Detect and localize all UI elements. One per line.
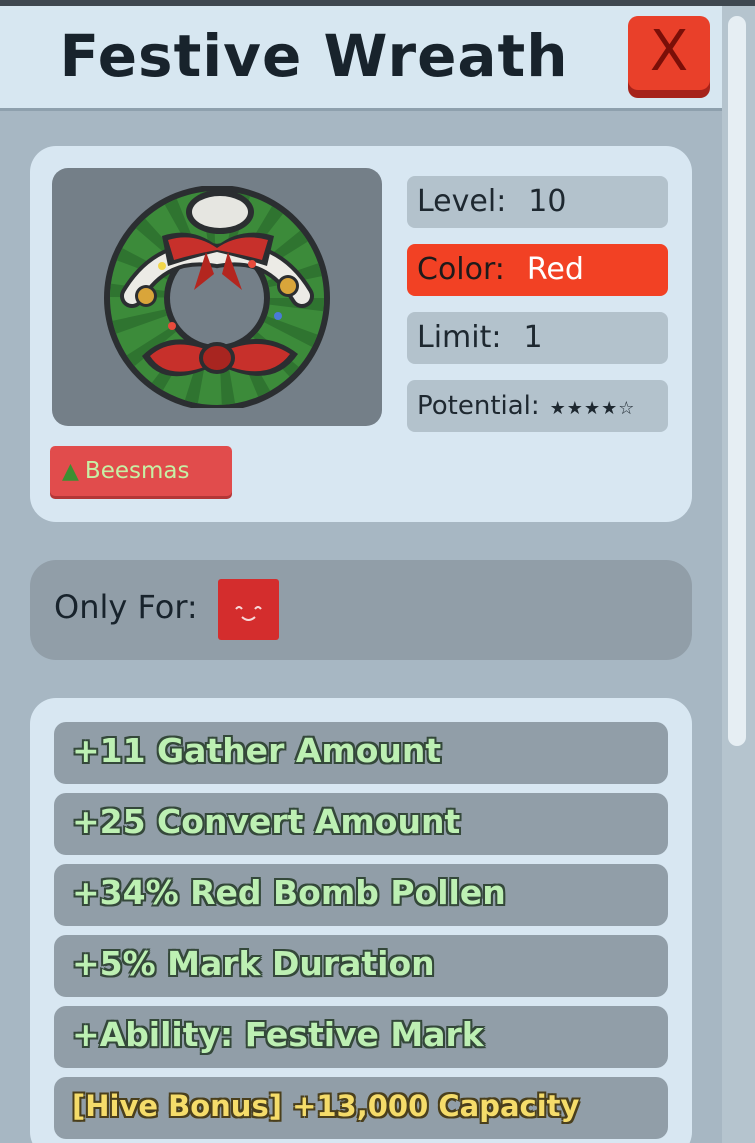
bonus-row: +34% Red Bomb Pollen — [54, 864, 668, 926]
only-for-section: Only For: — [30, 560, 692, 660]
hive-bonus-row: [Hive Bonus] +13,000 Capacity — [54, 1077, 668, 1139]
scroll-thumb[interactable] — [728, 16, 746, 746]
item-icon-box — [52, 168, 382, 426]
item-info-card: Level: 10 Color: Red Limit: 1 Potential: ★★★… — [30, 146, 692, 522]
potential-stat: Potential: ★★★★☆ — [407, 380, 668, 432]
color-stat: Color: Red — [407, 244, 668, 296]
bonus-row: +5% Mark Duration — [54, 935, 668, 997]
tag-label: Beesmas — [84, 458, 190, 484]
color-value: Red — [526, 252, 584, 287]
festive-wreath-icon — [104, 186, 330, 408]
level-stat: Level: 10 — [407, 176, 668, 228]
limit-stat: Limit: 1 — [407, 312, 668, 364]
bonus-row: +Ability: Festive Mark — [54, 1006, 668, 1068]
beesmas-tag[interactable]: ▲ Beesmas — [50, 446, 232, 496]
christmas-tree-icon: ▲ — [62, 459, 79, 484]
close-button[interactable]: X — [628, 16, 710, 90]
red-bee-icon — [218, 579, 279, 640]
limit-value: 1 — [523, 320, 543, 355]
bonus-row: +11 Gather Amount — [54, 722, 668, 784]
color-label: Color: — [417, 252, 505, 287]
bonus-list-card: +11 Gather Amount +25 Convert Amount +34… — [30, 698, 692, 1143]
item-info-panel: Festive Wreath X Level: 10 Color: Red Li… — [0, 6, 722, 1143]
level-label: Level: — [417, 184, 507, 219]
item-title: Festive Wreath — [59, 22, 569, 90]
scrollbar[interactable] — [722, 6, 755, 1143]
limit-label: Limit: — [417, 320, 502, 355]
potential-stars: ★★★★☆ — [549, 398, 636, 419]
bonus-row: +25 Convert Amount — [54, 793, 668, 855]
potential-label: Potential: — [417, 391, 540, 421]
panel-header: Festive Wreath X — [0, 6, 722, 111]
only-for-label: Only For: — [54, 588, 198, 626]
level-value: 10 — [528, 184, 567, 219]
